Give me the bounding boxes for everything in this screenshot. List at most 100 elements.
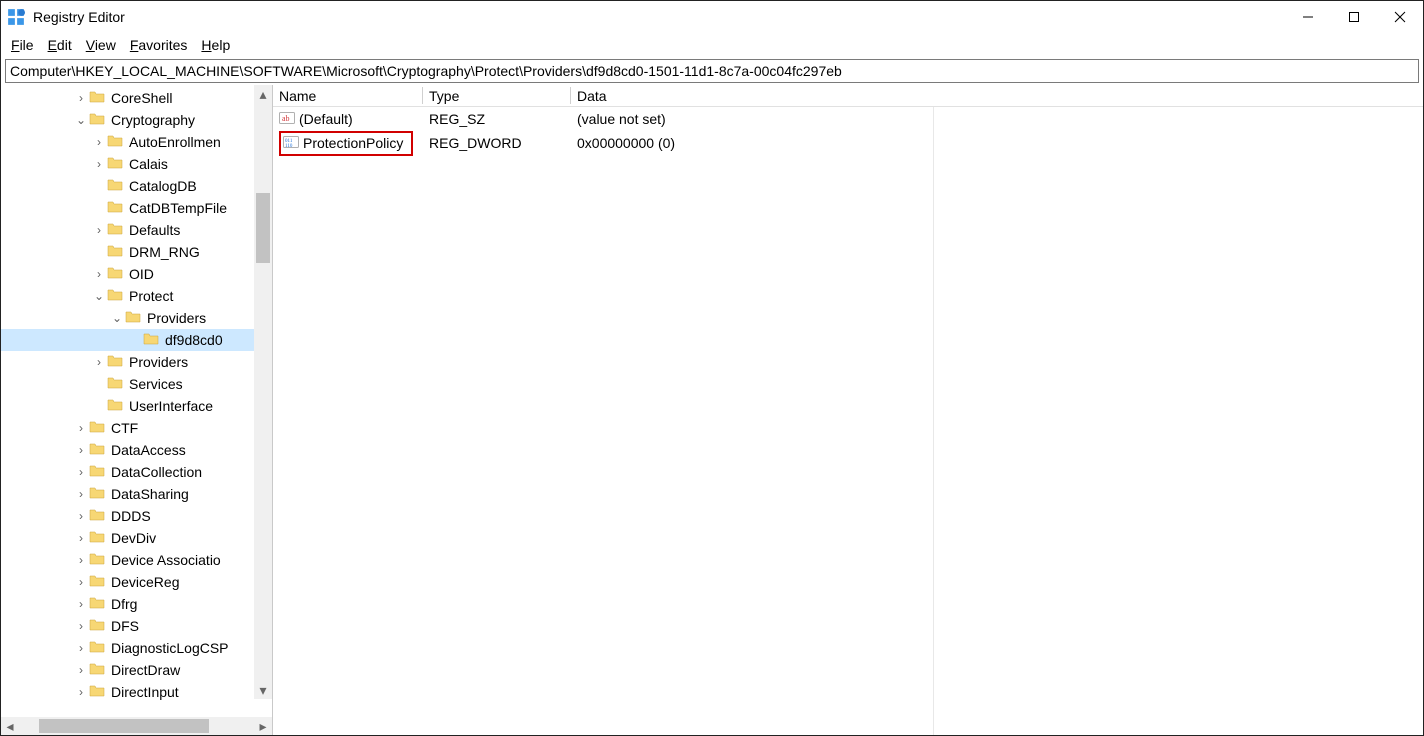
tree-node-label: Protect <box>129 288 173 304</box>
expand-icon[interactable]: › <box>73 575 89 589</box>
tree-node[interactable]: › Defaults <box>1 219 254 241</box>
expand-icon[interactable]: › <box>91 267 107 281</box>
folder-icon <box>107 265 129 284</box>
collapse-icon[interactable]: ⌄ <box>73 113 89 127</box>
values-panel: Name Type Data ab(Default)REG_SZ(value n… <box>273 85 1423 735</box>
column-header-data[interactable]: Data <box>571 85 931 106</box>
expand-icon[interactable]: › <box>73 465 89 479</box>
column-header-type[interactable]: Type <box>423 85 571 106</box>
expand-icon[interactable]: › <box>73 685 89 699</box>
tree-node[interactable]: › DFS <box>1 615 254 637</box>
tree-node[interactable]: CatalogDB <box>1 175 254 197</box>
tree-node[interactable]: › Calais <box>1 153 254 175</box>
tree-node[interactable]: Services <box>1 373 254 395</box>
svg-text:ab: ab <box>282 114 290 123</box>
tree-node[interactable]: ›Dfrg <box>1 593 254 615</box>
menu-help[interactable]: Help <box>195 35 236 55</box>
tree-node[interactable]: ⌄Providers <box>1 307 254 329</box>
tree-node[interactable]: ›CoreShell <box>1 87 254 109</box>
maximize-button[interactable] <box>1331 1 1377 33</box>
tree-node[interactable]: UserInterface <box>1 395 254 417</box>
tree-node[interactable]: CatDBTempFile <box>1 197 254 219</box>
tree-node[interactable]: ⌄ Protect <box>1 285 254 307</box>
tree-node[interactable]: ›AutoEnrollmen <box>1 131 254 153</box>
folder-icon <box>89 485 111 504</box>
scroll-left-arrow-icon[interactable]: ◂ <box>1 718 19 735</box>
folder-icon <box>89 639 111 658</box>
expand-icon[interactable]: › <box>73 421 89 435</box>
menu-view[interactable]: View <box>80 35 122 55</box>
expand-icon[interactable]: › <box>91 135 107 149</box>
tree-node[interactable]: DRM_RNG <box>1 241 254 263</box>
value-type: REG_DWORD <box>429 135 522 151</box>
menu-file[interactable]: File <box>5 35 40 55</box>
expand-icon[interactable]: › <box>73 553 89 567</box>
expand-icon[interactable]: › <box>73 443 89 457</box>
tree-node[interactable]: › Providers <box>1 351 254 373</box>
tree-node[interactable]: › DataCollection <box>1 461 254 483</box>
collapse-icon[interactable]: ⌄ <box>91 289 107 303</box>
scroll-up-arrow-icon[interactable]: ▴ <box>254 85 272 103</box>
expand-icon[interactable]: › <box>91 223 107 237</box>
registry-tree[interactable]: ›CoreShell⌄Cryptography›AutoEnrollmen›Ca… <box>1 85 272 703</box>
values-list[interactable]: ab(Default)REG_SZ(value not set)011110Pr… <box>273 107 1423 735</box>
tree-node-label: Defaults <box>129 222 180 238</box>
tree-node[interactable]: ⌄Cryptography <box>1 109 254 131</box>
scroll-thumb[interactable] <box>39 719 209 733</box>
minimize-button[interactable] <box>1285 1 1331 33</box>
tree-node-label: Providers <box>129 354 188 370</box>
tree-node-label: UserInterface <box>129 398 213 414</box>
address-text: Computer\HKEY_LOCAL_MACHINE\SOFTWARE\Mic… <box>10 63 842 79</box>
tree-node[interactable]: › DataAccess <box>1 439 254 461</box>
tree-node[interactable]: › DataSharing <box>1 483 254 505</box>
tree-node[interactable]: ›DevDiv <box>1 527 254 549</box>
expand-icon[interactable]: › <box>73 487 89 501</box>
expand-icon[interactable]: › <box>73 91 89 105</box>
tree-node-label: Services <box>129 376 183 392</box>
menu-edit[interactable]: Edit <box>42 35 78 55</box>
tree-node-label: DataAccess <box>111 442 186 458</box>
tree-node-label: Calais <box>129 156 168 172</box>
close-button[interactable] <box>1377 1 1423 33</box>
expand-icon[interactable]: › <box>73 509 89 523</box>
collapse-icon[interactable]: ⌄ <box>109 311 125 325</box>
expand-icon[interactable]: › <box>73 531 89 545</box>
value-row[interactable]: 011110ProtectionPolicyREG_DWORD0x0000000… <box>273 131 1423 155</box>
expand-icon[interactable]: › <box>91 157 107 171</box>
tree-node-label: DataCollection <box>111 464 202 480</box>
tree-node-label: df9d8cd0 <box>165 332 223 348</box>
value-data: (value not set) <box>577 111 666 127</box>
window-title: Registry Editor <box>33 9 125 25</box>
expand-icon[interactable]: › <box>73 597 89 611</box>
expand-icon[interactable]: › <box>73 663 89 677</box>
folder-icon <box>89 507 111 526</box>
tree-node-label: DataSharing <box>111 486 189 502</box>
address-bar[interactable]: Computer\HKEY_LOCAL_MACHINE\SOFTWARE\Mic… <box>5 59 1419 83</box>
tree-node[interactable]: df9d8cd0 <box>1 329 254 351</box>
tree-node[interactable]: ›Device Associatio <box>1 549 254 571</box>
tree-node[interactable]: ›OID <box>1 263 254 285</box>
folder-icon <box>89 529 111 548</box>
expand-icon[interactable]: › <box>73 619 89 633</box>
tree-node-label: DirectDraw <box>111 662 180 678</box>
expand-icon[interactable]: › <box>91 355 107 369</box>
tree-node-label: CTF <box>111 420 138 436</box>
tree-node-label: DFS <box>111 618 139 634</box>
tree-node[interactable]: ›DiagnosticLogCSP <box>1 637 254 659</box>
scroll-down-arrow-icon[interactable]: ▾ <box>254 681 272 699</box>
column-header-name[interactable]: Name <box>273 85 423 106</box>
tree-horizontal-scrollbar[interactable]: ◂ ▸ <box>1 717 272 735</box>
tree-node[interactable]: ›DeviceReg <box>1 571 254 593</box>
expand-icon[interactable]: › <box>73 641 89 655</box>
string-value-icon: ab <box>279 110 299 129</box>
tree-node[interactable]: ›DDDS <box>1 505 254 527</box>
tree-node[interactable]: › DirectDraw <box>1 659 254 681</box>
tree-vertical-scrollbar[interactable]: ▴ ▾ <box>254 85 272 699</box>
value-data: 0x00000000 (0) <box>577 135 675 151</box>
value-row[interactable]: ab(Default)REG_SZ(value not set) <box>273 107 1423 131</box>
scroll-thumb[interactable] <box>256 193 270 263</box>
tree-node[interactable]: ›DirectInput <box>1 681 254 703</box>
scroll-right-arrow-icon[interactable]: ▸ <box>254 718 272 735</box>
tree-node[interactable]: › CTF <box>1 417 254 439</box>
menu-favorites[interactable]: Favorites <box>124 35 194 55</box>
